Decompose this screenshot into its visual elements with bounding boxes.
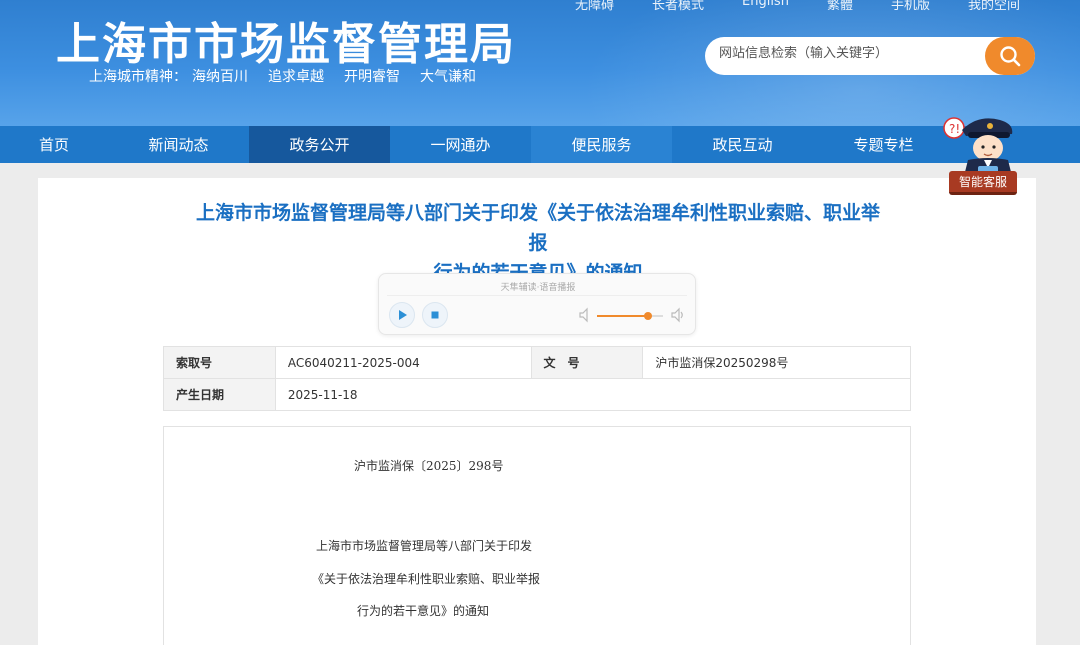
nav-item-news[interactable]: 新闻动态 [108, 126, 249, 163]
date-label: 产生日期 [163, 378, 276, 411]
svg-text:?!: ?! [949, 122, 960, 136]
play-button[interactable] [389, 302, 415, 328]
article-title-line: 上海市市场监督管理局等八部门关于印发《关于依法治理牟利性职业索赔、职业举报 [195, 202, 880, 254]
volume-high-icon[interactable] [670, 307, 686, 323]
top-link[interactable]: 繁體 [827, 0, 853, 13]
play-icon [399, 310, 407, 320]
top-link[interactable]: 手机版 [891, 0, 930, 13]
site-title[interactable]: 上海市市场监督管理局 [56, 8, 516, 72]
content-panel: 上海市市场监督管理局等八部门关于印发《关于依法治理牟利性职业索赔、职业举报 行为… [38, 178, 1036, 645]
site-header: 无障碍 长者模式 English 繁體 手机版 我的空间 上海市市场监督管理局 … [0, 0, 1080, 126]
doc-number-value: 沪市监消保20250298号 [642, 346, 911, 379]
slogan: 海纳百川 追求卓越 开明睿智 大气谦和 [192, 66, 476, 86]
nav-item-services[interactable]: 便民服务 [531, 126, 672, 163]
search-icon [1000, 46, 1021, 67]
search-input[interactable] [719, 46, 989, 61]
main-nav: 首页 新闻动态 政务公开 一网通办 便民服务 政民互动 专题专栏 [0, 126, 1080, 163]
slogan-item: 海纳百川 [192, 69, 248, 85]
top-link[interactable]: 无障碍 [575, 0, 614, 13]
slogan-label: 上海城市精神： [89, 69, 187, 85]
slogan-item: 开明睿智 [344, 69, 400, 85]
body-line: 行为的若干意见》的通知 [357, 604, 490, 618]
index-label: 索取号 [163, 346, 276, 379]
audio-player: 天隼辅读·语音播报 [378, 273, 696, 335]
nav-item-topics[interactable]: 专题专栏 [813, 126, 954, 163]
index-value: AC6040211-2025-004 [274, 346, 532, 379]
top-link[interactable]: 长者模式 [652, 0, 704, 13]
volume-low-icon[interactable] [578, 307, 592, 323]
slogan-item: 大气谦和 [420, 69, 476, 85]
table-row: 索取号 AC6040211-2025-004 文 号 沪市监消保20250298… [163, 346, 911, 379]
smart-service-button[interactable]: 智能客服 [949, 171, 1017, 195]
search-button[interactable] [985, 37, 1035, 75]
table-row: 产生日期 2025-11-18 [163, 378, 912, 411]
nav-item-home[interactable]: 首页 [0, 126, 108, 163]
nav-item-interaction[interactable]: 政民互动 [672, 126, 813, 163]
body-line: 《关于依法治理牟利性职业索赔、职业举报 [312, 572, 541, 586]
stop-icon [431, 311, 439, 319]
volume-slider[interactable] [597, 312, 663, 320]
metadata-table: 索取号 AC6040211-2025-004 文 号 沪市监消保20250298… [163, 346, 912, 411]
top-link[interactable]: English [742, 0, 789, 13]
top-link[interactable]: 我的空间 [968, 0, 1020, 13]
document-body: 沪市监消保〔2025〕298号 上海市市场监督管理局等八部门关于印发 《关于依法… [163, 426, 911, 645]
nav-item-gov-affairs[interactable]: 政务公开 [249, 126, 390, 163]
player-caption: 天隼辅读·语音播报 [500, 283, 576, 293]
doc-number-label: 文 号 [530, 346, 644, 379]
doc-number: 沪市监消保〔2025〕298号 [354, 459, 504, 473]
body-line: 上海市市场监督管理局等八部门关于印发 [316, 539, 533, 553]
player-divider [387, 295, 687, 296]
date-value: 2025-11-18 [274, 378, 912, 411]
volume-knob[interactable] [644, 312, 652, 320]
nav-item-one-stop[interactable]: 一网通办 [390, 126, 531, 163]
search-box [705, 37, 1035, 75]
slogan-item: 追求卓越 [268, 69, 324, 85]
stop-button[interactable] [422, 302, 448, 328]
volume-fill [597, 315, 648, 317]
top-links: 无障碍 长者模式 English 繁體 手机版 我的空间 [575, 0, 1020, 13]
